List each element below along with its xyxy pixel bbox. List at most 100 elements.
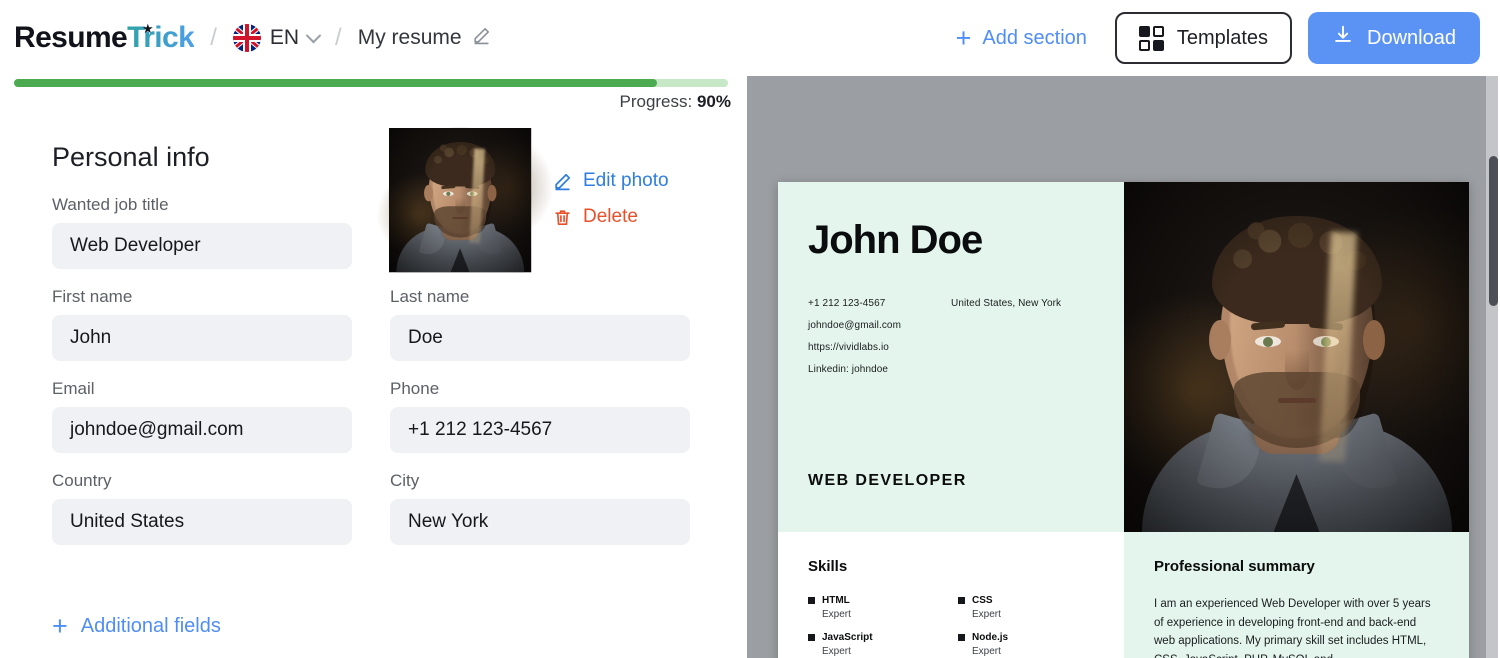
resume-contact-phone: +1 212 123-4567 — [808, 298, 886, 309]
field-group-job-title: Wanted job title Web Developer — [52, 195, 352, 269]
resume-contacts: +1 212 123-4567 johndoe@gmail.com https:… — [808, 298, 1094, 386]
phone-input[interactable]: +1 212 123-4567 — [390, 407, 690, 453]
plus-icon: + — [52, 611, 68, 641]
skill-level: Expert — [822, 609, 851, 620]
plus-icon: + — [955, 22, 972, 53]
first-name-input[interactable]: John — [52, 315, 352, 361]
skill-item: HTML Expert — [808, 595, 944, 620]
field-group-city: City New York — [390, 471, 690, 545]
trash-icon — [555, 209, 570, 225]
logo-primary-text: Resume — [14, 21, 128, 54]
skill-name: JavaScript — [822, 632, 873, 643]
resume-summary-text: I am an experienced Web Developer with o… — [1154, 598, 1431, 658]
delete-photo-label: Delete — [583, 206, 638, 227]
download-icon — [1332, 24, 1354, 52]
progress-bar-fill — [14, 79, 657, 87]
profile-photo-block: Edit photo Delete — [374, 128, 669, 273]
field-group-country: Country United States — [52, 471, 352, 545]
resume-name: John Doe — [808, 218, 983, 262]
job-title-input[interactable]: Web Developer — [52, 223, 352, 269]
skill-item: JavaScript Expert — [808, 632, 944, 657]
preview-scrollbar-thumb[interactable] — [1489, 156, 1498, 306]
uk-flag-icon — [232, 24, 261, 52]
chevron-down-icon[interactable] — [305, 27, 322, 43]
resume-contact-website: https://vividlabs.io — [808, 342, 889, 353]
resume-contact-email: johndoe@gmail.com — [808, 320, 902, 331]
skill-level: Expert — [972, 646, 1001, 657]
resume-summary-section: Professional summary I am an experienced… — [1124, 532, 1469, 658]
additional-fields-label: Additional fields — [80, 615, 221, 637]
star-icon: ★ — [142, 21, 154, 36]
photo-actions: Edit photo Delete — [553, 128, 669, 242]
field-label-first-name: First name — [52, 287, 133, 306]
skill-level: Expert — [972, 609, 1001, 620]
skill-name: CSS — [972, 595, 993, 606]
resume-skills-section: Skills HTML Expert CSS Expert JavaScript — [778, 532, 1124, 658]
templates-label: Templates — [1176, 26, 1269, 49]
resume-contact-linkedin: Linkedin: johndoe — [808, 364, 889, 375]
resume-contacts-column-right: United States, New York — [951, 298, 1094, 386]
grid-icon — [1138, 25, 1164, 51]
progress-text: Progress: 90% — [619, 92, 731, 112]
skill-item: Node.js Expert — [958, 632, 1094, 657]
breadcrumb-separator-2: / — [335, 24, 342, 51]
language-label: EN — [269, 26, 300, 49]
edit-photo-label: Edit photo — [583, 170, 669, 191]
field-group-first-name: First name John — [52, 287, 352, 361]
download-button[interactable]: Download — [1308, 12, 1480, 64]
resume-header-left: John Doe +1 212 123-4567 johndoe@gmail.c… — [778, 182, 1124, 532]
resume-skills-heading: Skills — [808, 558, 848, 575]
app-logo[interactable]: Resume Trick ★ — [14, 21, 195, 55]
bullet-square-icon — [808, 634, 815, 641]
logo-accent-text: Trick — [127, 21, 195, 54]
skill-level: Expert — [822, 646, 851, 657]
skill-name: Node.js — [972, 632, 1009, 643]
add-section-label: Add section — [982, 26, 1087, 49]
skill-name: HTML — [822, 595, 850, 606]
avatar-image — [374, 128, 554, 273]
resume-photo — [1124, 182, 1469, 532]
progress-value: 90% — [696, 92, 731, 111]
progress-section: Progress: 90% — [0, 76, 747, 118]
document-title[interactable]: My resume — [358, 26, 462, 50]
edit-photo-button[interactable]: Edit photo — [553, 170, 669, 192]
field-label-country: Country — [52, 471, 112, 490]
field-group-email: Email johndoe@gmail.com — [52, 379, 352, 453]
resume-role: WEB DEVELOPER — [808, 472, 967, 489]
bullet-square-icon — [808, 597, 815, 604]
progress-bar-track — [14, 79, 728, 87]
field-label-last-name: Last name — [390, 287, 470, 306]
country-input[interactable]: United States — [52, 499, 352, 545]
last-name-input[interactable]: Doe — [390, 315, 690, 361]
download-label: Download — [1367, 26, 1456, 49]
delete-photo-button[interactable]: Delete — [553, 206, 669, 228]
skill-item: CSS Expert — [958, 595, 1094, 620]
pencil-icon[interactable] — [472, 26, 491, 50]
resume-preview-pane[interactable]: John Doe +1 212 123-4567 johndoe@gmail.c… — [747, 76, 1494, 658]
app-header: Resume Trick ★ / EN / My resume + Add se… — [0, 0, 1500, 76]
add-section-button[interactable]: + Add section — [955, 22, 1087, 53]
field-label-job-title: Wanted job title — [52, 195, 169, 214]
field-label-phone: Phone — [390, 379, 440, 398]
resume-builder-app: Resume Trick ★ / EN / My resume + Add se… — [0, 0, 1500, 658]
resume-skills-grid: HTML Expert CSS Expert JavaScript Expert — [808, 595, 1094, 657]
city-input[interactable]: New York — [390, 499, 690, 545]
avatar[interactable] — [374, 128, 554, 273]
bullet-square-icon — [958, 634, 965, 641]
resume-contacts-column-left: +1 212 123-4567 johndoe@gmail.com https:… — [808, 298, 951, 386]
additional-fields-button[interactable]: + Additional fields — [52, 613, 221, 640]
bullet-square-icon — [958, 597, 965, 604]
resume-document[interactable]: John Doe +1 212 123-4567 johndoe@gmail.c… — [778, 182, 1469, 658]
pencil-icon — [555, 173, 571, 190]
field-group-phone: Phone +1 212 123-4567 — [390, 379, 690, 453]
field-group-last-name: Last name Doe — [390, 287, 690, 361]
email-input[interactable]: johndoe@gmail.com — [52, 407, 352, 453]
language-selector[interactable]: EN — [232, 24, 322, 52]
resume-contact-location: United States, New York — [951, 298, 1062, 309]
breadcrumb-separator-1: / — [210, 24, 217, 51]
field-label-city: City — [390, 471, 420, 490]
resume-summary-heading: Professional summary — [1154, 558, 1315, 575]
templates-button[interactable]: Templates — [1114, 12, 1293, 64]
field-label-email: Email — [52, 379, 95, 398]
progress-label: Progress: — [619, 92, 693, 111]
